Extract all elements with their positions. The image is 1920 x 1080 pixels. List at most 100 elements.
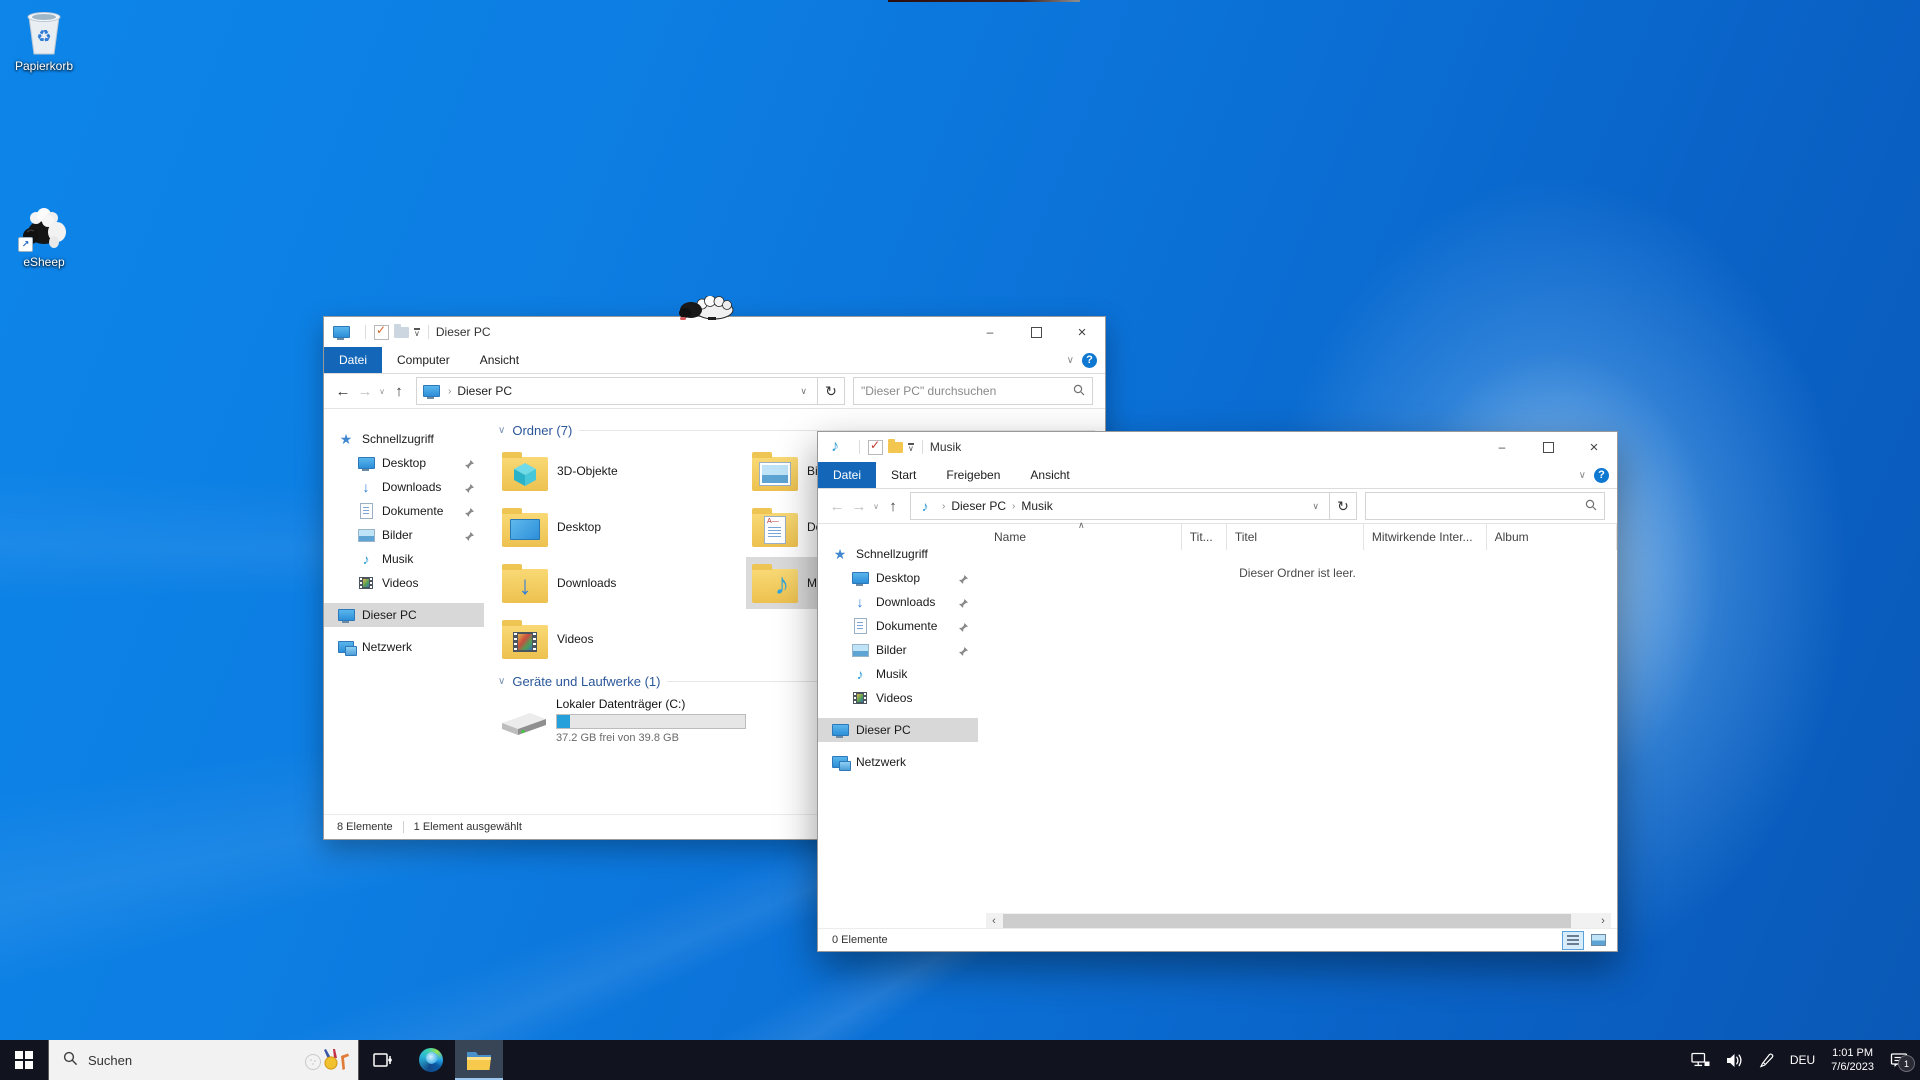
up-button[interactable]: ↑ [388, 383, 410, 400]
tab-ansicht[interactable]: Ansicht [465, 347, 534, 373]
customize-toolbar-dropdown[interactable]: ∨ [414, 328, 420, 337]
tab-datei[interactable]: Datei [818, 462, 876, 488]
edge-button[interactable] [407, 1040, 455, 1080]
close-button[interactable]: × [1059, 317, 1105, 347]
taskbar-clock[interactable]: 1:01 PM 7/6/2023 [1831, 1046, 1874, 1074]
folder-tile-downloads[interactable]: ↓ Downloads [496, 557, 758, 609]
title-bar[interactable]: ♪ ∨ Musik – × [818, 432, 1617, 462]
forward-button[interactable]: → [848, 498, 870, 515]
film-icon [851, 692, 869, 704]
breadcrumb-musik[interactable]: Musik [1016, 499, 1057, 513]
sidebar-item-dieser-pc[interactable]: Dieser PC [324, 603, 484, 627]
sidebar-item-schnellzugriff[interactable]: ★ Schnellzugriff [324, 427, 484, 451]
language-indicator[interactable]: DEU [1790, 1053, 1815, 1067]
recycle-bin-icon: ♻ [6, 8, 82, 56]
pen-icon[interactable] [1759, 1053, 1774, 1068]
refresh-button[interactable]: ↻ [1330, 492, 1357, 520]
column-album[interactable]: Album [1487, 524, 1617, 550]
search-highlight-golf-icon[interactable] [304, 1048, 350, 1072]
address-bar[interactable]: ♪ › Dieser PC › Musik ∨ [910, 492, 1330, 520]
tab-computer[interactable]: Computer [382, 347, 465, 373]
horizontal-scrollbar[interactable]: ‹ › [986, 913, 1611, 929]
properties-button[interactable] [868, 440, 883, 455]
sidebar-item-dieser-pc[interactable]: Dieser PC [818, 718, 978, 742]
column-titel[interactable]: Titel [1227, 524, 1364, 550]
help-icon[interactable]: ? [1594, 468, 1609, 483]
taskbar-search[interactable]: Suchen [48, 1040, 359, 1080]
close-button[interactable]: × [1571, 432, 1617, 462]
esheep-sleeping-sprite[interactable] [678, 296, 736, 324]
drive-tile-c[interactable]: Lokaler Datenträger (C:) 37.2 GB frei vo… [500, 697, 746, 744]
address-bar[interactable]: › Dieser PC ∨ [416, 377, 818, 405]
sidebar-item-dokumente[interactable]: Dokumente [818, 614, 978, 638]
sidebar-item-downloads[interactable]: ↓ Downloads [324, 475, 484, 499]
sidebar-item-musik[interactable]: ♪ Musik [324, 547, 484, 571]
sidebar-item-bilder[interactable]: Bilder [818, 638, 978, 662]
scrollbar-thumb[interactable] [1003, 914, 1571, 928]
sidebar-item-videos[interactable]: Videos [324, 571, 484, 595]
breadcrumb-dieser-pc[interactable]: Dieser PC [946, 499, 1011, 513]
sidebar-item-downloads[interactable]: ↓ Downloads [818, 590, 978, 614]
sidebar-item-schnellzugriff[interactable]: ★ Schnellzugriff [818, 542, 978, 566]
folder-tile-videos[interactable]: Videos [496, 613, 758, 665]
navigation-pane: ★ Schnellzugriff Desktop ↓ Downloads Dok… [818, 522, 978, 929]
document-icon [357, 503, 375, 519]
folder-tile-desktop[interactable]: Desktop [496, 501, 758, 553]
tab-ansicht[interactable]: Ansicht [1015, 462, 1084, 488]
help-icon[interactable]: ? [1082, 353, 1097, 368]
scroll-left-arrow[interactable]: ‹ [986, 915, 1002, 927]
sidebar-item-desktop[interactable]: Desktop [818, 566, 978, 590]
desktop-icon-recycle-bin[interactable]: ♻ Papierkorb [6, 8, 82, 73]
clock-date: 7/6/2023 [1831, 1060, 1874, 1074]
column-mitwirkende[interactable]: Mitwirkende Inter... [1364, 524, 1487, 550]
volume-icon[interactable] [1726, 1053, 1743, 1068]
address-dropdown[interactable]: ∨ [795, 386, 812, 397]
sidebar-item-dokumente[interactable]: Dokumente [324, 499, 484, 523]
search-box[interactable] [1365, 492, 1605, 520]
expand-ribbon-chevron[interactable]: ∨ [1579, 470, 1586, 481]
sidebar-item-netzwerk[interactable]: Netzwerk [324, 635, 484, 659]
sidebar-item-desktop[interactable]: Desktop [324, 451, 484, 475]
address-dropdown[interactable]: ∨ [1307, 501, 1324, 512]
properties-button[interactable] [374, 325, 389, 340]
back-button[interactable]: ← [826, 498, 848, 515]
column-titelnummer[interactable]: Tit... [1182, 524, 1227, 550]
desktop-icon-esheep[interactable]: ↗ eSheep [6, 204, 82, 269]
column-name[interactable]: Name [986, 524, 1182, 550]
scroll-right-arrow[interactable]: › [1595, 915, 1611, 927]
drive-usage-bar [556, 714, 746, 729]
action-center-button[interactable]: 1 [1890, 1052, 1908, 1068]
file-explorer-button[interactable] [455, 1040, 503, 1080]
collapse-chevron-icon[interactable]: ∨ [498, 676, 505, 687]
recent-locations-dropdown[interactable]: ∨ [376, 387, 388, 396]
collapse-chevron-icon[interactable]: ∨ [498, 425, 505, 436]
recent-locations-dropdown[interactable]: ∨ [870, 502, 882, 511]
new-folder-button[interactable] [888, 442, 903, 453]
expand-ribbon-chevron[interactable]: ∨ [1067, 355, 1074, 366]
task-view-button[interactable] [359, 1040, 407, 1080]
large-icons-view-button[interactable] [1587, 931, 1609, 950]
details-view-button[interactable] [1562, 931, 1584, 950]
start-button[interactable] [0, 1040, 48, 1080]
sidebar-item-netzwerk[interactable]: Netzwerk [818, 750, 978, 774]
search-box[interactable]: "Dieser PC" durchsuchen [853, 377, 1093, 405]
up-button[interactable]: ↑ [882, 498, 904, 515]
network-icon[interactable] [1691, 1052, 1710, 1068]
sidebar-item-musik[interactable]: ♪ Musik [818, 662, 978, 686]
refresh-button[interactable]: ↻ [818, 377, 845, 405]
folder-tile-3d-objekte[interactable]: 3D-Objekte [496, 445, 758, 497]
tab-start[interactable]: Start [876, 462, 931, 488]
new-folder-button[interactable] [394, 327, 409, 338]
maximize-button[interactable] [1013, 317, 1059, 347]
customize-toolbar-dropdown[interactable]: ∨ [908, 443, 914, 452]
sidebar-item-videos[interactable]: Videos [818, 686, 978, 710]
back-button[interactable]: ← [332, 383, 354, 400]
maximize-button[interactable] [1525, 432, 1571, 462]
sidebar-item-bilder[interactable]: Bilder [324, 523, 484, 547]
tab-datei[interactable]: Datei [324, 347, 382, 373]
minimize-button[interactable]: – [1479, 432, 1525, 462]
breadcrumb-dieser-pc[interactable]: Dieser PC [452, 384, 517, 398]
tab-freigeben[interactable]: Freigeben [931, 462, 1015, 488]
minimize-button[interactable]: – [967, 317, 1013, 347]
forward-button[interactable]: → [354, 383, 376, 400]
